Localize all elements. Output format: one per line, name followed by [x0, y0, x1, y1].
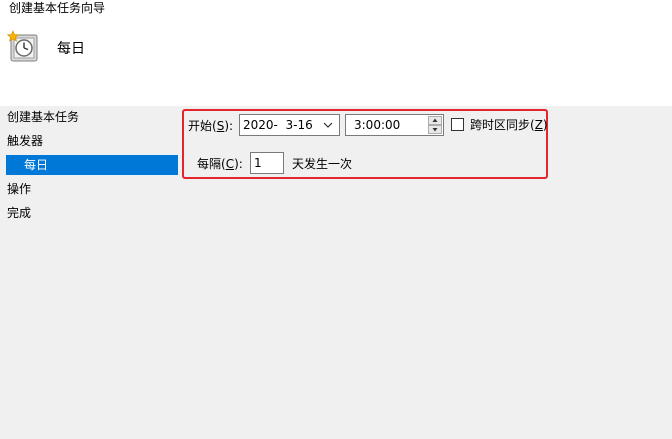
sidebar-item-finish[interactable]: 完成 — [7, 203, 31, 223]
sidebar-item-action[interactable]: 操作 — [7, 179, 31, 199]
recur-every-label: 每隔(C): — [197, 157, 243, 171]
sidebar-item-label: 完成 — [7, 206, 32, 220]
recur-days-input[interactable]: 1 — [250, 152, 284, 174]
sidebar-item-create-basic-task[interactable]: 创建基本任务 — [7, 107, 79, 127]
wizard-window: 创建基本任务向导 每日 创建基本任务 触发器 每日 操作 完成 开始(S): 2… — [0, 0, 672, 439]
clock-task-icon — [6, 30, 39, 62]
start-date-value: 2020- 3-16 — [243, 118, 313, 132]
sidebar-item-label: 触发器 — [7, 134, 44, 148]
recur-suffix-label: 天发生一次 — [292, 157, 353, 171]
recur-days-value: 1 — [254, 156, 262, 170]
sidebar-item-daily[interactable]: 每日 — [6, 155, 178, 175]
start-label: 开始(S): — [188, 119, 234, 133]
chevron-down-icon[interactable] — [322, 119, 334, 131]
sync-timezone-label[interactable]: 跨时区同步(Z) — [470, 117, 548, 133]
start-time-value: 3:00:00 — [354, 118, 401, 132]
wizard-steps-sidebar: 创建基本任务 触发器 每日 操作 完成 — [0, 106, 180, 439]
wizard-body: 创建基本任务 触发器 每日 操作 完成 开始(S): 2020- 3-16 3:… — [0, 106, 672, 439]
start-date-picker[interactable]: 2020- 3-16 — [239, 114, 340, 136]
sidebar-item-label: 创建基本任务 — [7, 110, 80, 124]
sidebar-item-label: 每日 — [24, 158, 49, 172]
trigger-settings-panel: 开始(S): 2020- 3-16 3:00:00 跨时区同步(Z) 每隔(C)… — [180, 106, 672, 439]
page-title: 每日 — [57, 41, 85, 57]
spin-down-button[interactable] — [428, 125, 442, 134]
caret-down-icon — [432, 128, 438, 132]
start-time-spinner[interactable]: 3:00:00 — [345, 114, 444, 136]
spin-up-button[interactable] — [428, 116, 442, 125]
time-spin-buttons — [428, 116, 442, 134]
sidebar-item-trigger[interactable]: 触发器 — [7, 131, 43, 151]
window-title: 创建基本任务向导 — [9, 1, 106, 15]
sync-timezone-checkbox[interactable] — [451, 118, 464, 131]
caret-up-icon — [432, 118, 438, 122]
sidebar-item-label: 操作 — [7, 182, 32, 196]
